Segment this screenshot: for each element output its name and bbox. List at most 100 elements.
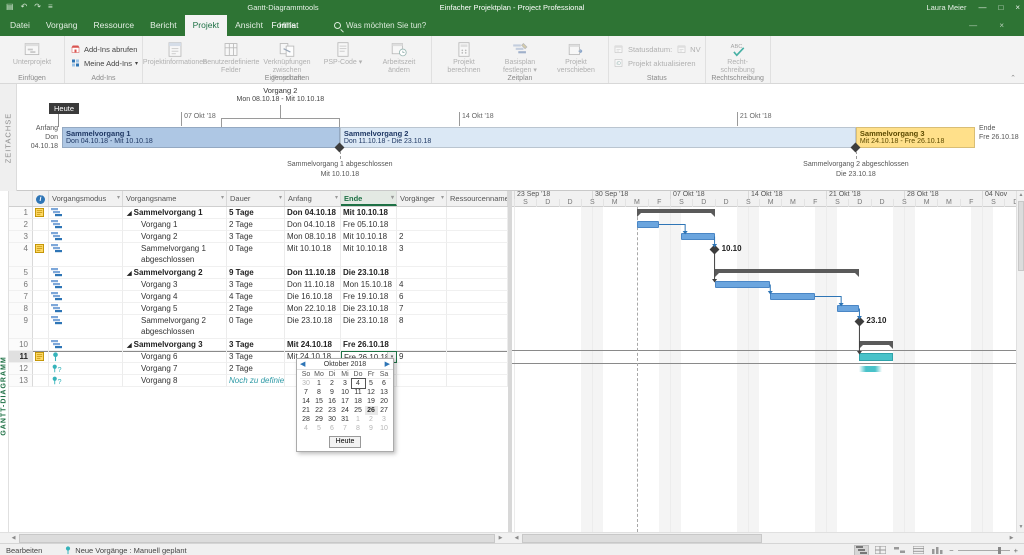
- datepicker-day[interactable]: 6: [378, 379, 391, 388]
- duration-cell[interactable]: 3 Tage: [227, 351, 285, 363]
- end-cell[interactable]: Mon 15.10.18: [341, 279, 397, 291]
- task-mode-cell[interactable]: [49, 207, 123, 219]
- start-cell[interactable]: Mit 24.10.18: [285, 339, 341, 351]
- datepicker-day[interactable]: 25: [352, 406, 365, 415]
- datepicker-day[interactable]: 1: [313, 379, 326, 388]
- duration-cell[interactable]: 3 Tage: [227, 279, 285, 291]
- datepicker-day[interactable]: 20: [378, 397, 391, 406]
- row-number[interactable]: 12: [9, 363, 33, 375]
- start-cell[interactable]: Don 11.10.18: [285, 267, 341, 279]
- duration-cell[interactable]: 2 Tage: [227, 303, 285, 315]
- end-cell[interactable]: Die 23.10.18: [341, 267, 397, 279]
- duration-cell[interactable]: 2 Tage: [227, 363, 285, 375]
- new-tasks-status[interactable]: Neue Vorgänge : Manuell geplant: [64, 546, 186, 555]
- task-mode-cell[interactable]: [49, 231, 123, 243]
- task-name-cell[interactable]: Vorgang 7: [123, 363, 227, 375]
- datepicker-day[interactable]: 13: [378, 388, 391, 397]
- task-mode-cell[interactable]: [49, 219, 123, 231]
- end-cell[interactable]: Die 23.10.18: [341, 315, 397, 339]
- row-info-cell[interactable]: [33, 231, 49, 243]
- duration-cell[interactable]: 3 Tage: [227, 231, 285, 243]
- table-row[interactable]: 1◢Sammelvorgang 15 TageDon 04.10.18Mit 1…: [9, 207, 508, 219]
- resource-cell[interactable]: [447, 219, 508, 231]
- chart-body[interactable]: 10.1023.10: [512, 207, 1016, 532]
- resource-cell[interactable]: [447, 267, 508, 279]
- datepicker-day[interactable]: 2: [326, 379, 339, 388]
- row-info-cell[interactable]: [33, 219, 49, 231]
- table-row[interactable]: 5◢Sammelvorgang 29 TageDon 11.10.18Die 2…: [9, 267, 508, 279]
- team-planner-view-icon[interactable]: [892, 545, 907, 555]
- column-header-vorg[interactable]: Vorgänger▾: [397, 191, 447, 206]
- predecessor-cell[interactable]: 3: [397, 243, 447, 267]
- task-mode-cell[interactable]: [49, 279, 123, 291]
- row-info-cell[interactable]: [33, 315, 49, 339]
- start-cell[interactable]: Don 11.10.18: [285, 279, 341, 291]
- column-header-num[interactable]: [9, 191, 33, 206]
- resource-cell[interactable]: [447, 339, 508, 351]
- datepicker-day[interactable]: 5: [365, 379, 378, 388]
- duration-cell[interactable]: Noch zu definieren: [227, 375, 285, 387]
- report-view-icon[interactable]: [930, 545, 945, 555]
- filter-arrow-icon[interactable]: ▾: [279, 191, 282, 206]
- task-mode-cell[interactable]: ?: [49, 375, 123, 387]
- task-mode-cell[interactable]: [49, 267, 123, 279]
- row-info-cell[interactable]: [33, 351, 49, 363]
- datepicker-day[interactable]: 22: [313, 406, 326, 415]
- datepicker-day[interactable]: 24: [339, 406, 352, 415]
- filter-arrow-icon[interactable]: ▾: [335, 191, 338, 206]
- resource-cell[interactable]: [447, 363, 508, 375]
- row-info-cell[interactable]: [33, 375, 49, 387]
- table-row[interactable]: 3Vorgang 23 TageMon 08.10.18Mit 10.10.18…: [9, 231, 508, 243]
- row-number[interactable]: 13: [9, 375, 33, 387]
- column-header-dauer[interactable]: Dauer▾: [227, 191, 285, 206]
- row-info-cell[interactable]: [33, 303, 49, 315]
- predecessor-cell[interactable]: [397, 219, 447, 231]
- tell-me-search[interactable]: Was möchten Sie tun?: [334, 15, 426, 36]
- start-cell[interactable]: Die 23.10.18: [285, 315, 341, 339]
- datepicker-day[interactable]: 8: [352, 424, 365, 433]
- datepicker-day[interactable]: 18: [352, 397, 365, 406]
- row-info-cell[interactable]: [33, 267, 49, 279]
- table-hscrollbar[interactable]: ◀ ▶: [9, 534, 505, 543]
- table-row[interactable]: 8Vorgang 52 TageMon 22.10.18Die 23.10.18…: [9, 303, 508, 315]
- row-number[interactable]: 10: [9, 339, 33, 351]
- gantt-view-icon[interactable]: [854, 545, 869, 555]
- gantt-pane-strip[interactable]: GANTT-DIAGRAMM: [0, 191, 9, 532]
- table-row[interactable]: 10◢Sammelvorgang 33 TageMit 24.10.18Fre …: [9, 339, 508, 351]
- task-mode-cell[interactable]: [49, 243, 123, 267]
- datepicker-day[interactable]: 21: [300, 406, 313, 415]
- vertical-scrollbar[interactable]: ▲ ▼: [1016, 191, 1024, 532]
- datepicker-day[interactable]: 4: [352, 379, 365, 388]
- row-info-cell[interactable]: [33, 279, 49, 291]
- datepicker-day[interactable]: 3: [339, 379, 352, 388]
- start-cell[interactable]: Don 04.10.18: [285, 207, 341, 219]
- datepicker-day[interactable]: 5: [313, 424, 326, 433]
- predecessor-cell[interactable]: [397, 267, 447, 279]
- resource-cell[interactable]: [447, 279, 508, 291]
- datepicker-day[interactable]: 2: [365, 415, 378, 424]
- duration-cell[interactable]: 3 Tage: [227, 339, 285, 351]
- datepicker-day[interactable]: 7: [300, 388, 313, 397]
- secondary-window-controls[interactable]: — ×: [969, 15, 1014, 36]
- filter-arrow-icon[interactable]: ▾: [221, 191, 224, 206]
- duration-cell[interactable]: 9 Tage: [227, 267, 285, 279]
- ribbon-button[interactable]: Add-Ins abrufen: [69, 44, 138, 55]
- resource-cell[interactable]: [447, 243, 508, 267]
- resource-cell[interactable]: [447, 303, 508, 315]
- filter-arrow-icon[interactable]: ▾: [441, 191, 444, 206]
- tab-bericht[interactable]: Bericht: [142, 15, 184, 36]
- datepicker-day[interactable]: 23: [326, 406, 339, 415]
- column-header-info[interactable]: i: [33, 191, 49, 206]
- collapse-triangle-icon[interactable]: ◢: [127, 343, 132, 349]
- tab-vorgang[interactable]: Vorgang: [38, 15, 86, 36]
- start-cell[interactable]: Die 16.10.18: [285, 291, 341, 303]
- save-icon[interactable]: ▤: [6, 2, 14, 11]
- datepicker-day[interactable]: 31: [339, 415, 352, 424]
- zoom-out-icon[interactable]: −: [949, 546, 953, 555]
- datepicker-day[interactable]: 30: [300, 379, 313, 388]
- row-info-cell[interactable]: [33, 339, 49, 351]
- predecessor-cell[interactable]: 9: [397, 351, 447, 363]
- timeline-summary-bar[interactable]: Sammelvorgang 1Don 04.10.18 - Mit 10.10.…: [62, 127, 340, 148]
- chart-hscroll-thumb[interactable]: [522, 534, 762, 543]
- row-number[interactable]: 7: [9, 291, 33, 303]
